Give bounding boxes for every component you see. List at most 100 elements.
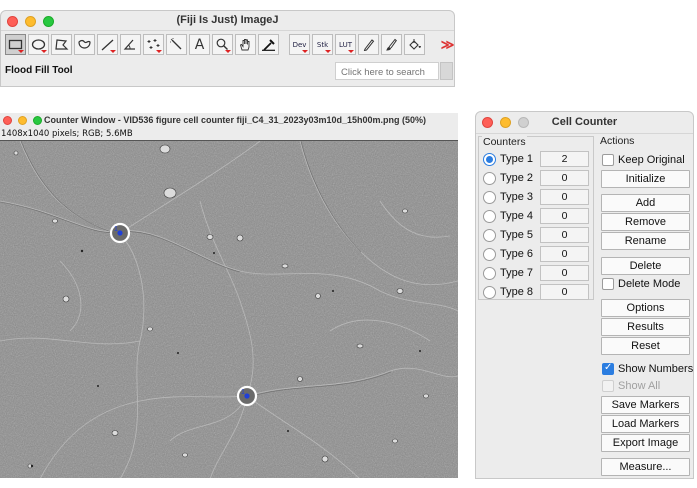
wand-icon bbox=[170, 38, 182, 50]
angle-tool[interactable] bbox=[120, 34, 141, 55]
type-2-radio[interactable] bbox=[483, 172, 496, 185]
type-2-label: Type 2 bbox=[500, 172, 534, 184]
image-canvas[interactable]: 1 1 bbox=[0, 140, 458, 478]
type-8-radio[interactable] bbox=[483, 286, 496, 299]
save-markers-button[interactable]: Save Markers bbox=[601, 396, 690, 414]
stk-label: Stk bbox=[316, 40, 329, 49]
marker-label: 1 bbox=[241, 389, 245, 396]
type-5-radio[interactable] bbox=[483, 229, 496, 242]
load-markers-button[interactable]: Load Markers bbox=[601, 415, 690, 433]
fiji-main-window: (Fiji Is Just) ImageJ A Dev Stk LUT ≫ Fl… bbox=[0, 10, 455, 87]
hand-tool[interactable] bbox=[235, 34, 256, 55]
type-6-label: Type 6 bbox=[500, 248, 534, 260]
counter-row-type-3[interactable]: Type 3 0 bbox=[482, 189, 592, 207]
dev-menu-tool[interactable]: Dev bbox=[289, 34, 310, 55]
keep-original-box[interactable] bbox=[602, 154, 614, 166]
type-7-label: Type 7 bbox=[500, 267, 534, 279]
search-scroll-handle[interactable] bbox=[440, 62, 453, 80]
delete-mode-label: Delete Mode bbox=[618, 278, 681, 290]
fiji-window-title: (Fiji Is Just) ImageJ bbox=[176, 14, 279, 26]
keep-original-checkbox[interactable]: Keep Original bbox=[601, 152, 693, 168]
text-icon: A bbox=[194, 36, 205, 53]
type-6-radio[interactable] bbox=[483, 248, 496, 261]
counter-window-titlebar: Counter Window - VID536 figure cell coun… bbox=[0, 113, 458, 129]
window-controls bbox=[3, 116, 42, 125]
show-numbers-box[interactable] bbox=[602, 362, 614, 375]
options-button[interactable]: Options bbox=[601, 299, 690, 317]
dropper-icon bbox=[262, 39, 275, 51]
show-all-checkbox: Show All bbox=[601, 378, 693, 394]
type-8-count: 0 bbox=[540, 284, 589, 300]
type-3-radio[interactable] bbox=[483, 191, 496, 204]
oval-tool[interactable] bbox=[28, 34, 49, 55]
pencil-icon bbox=[363, 39, 375, 51]
counter-row-type-1[interactable]: Type 1 2 bbox=[482, 151, 592, 169]
type-4-radio[interactable] bbox=[483, 210, 496, 223]
counter-row-type-7[interactable]: Type 7 0 bbox=[482, 265, 592, 283]
type-4-count: 0 bbox=[540, 208, 589, 224]
dev-label: Dev bbox=[292, 40, 307, 49]
wand-tool[interactable] bbox=[166, 34, 187, 55]
marker-label: 1 bbox=[114, 226, 118, 233]
delete-button[interactable]: Delete bbox=[601, 257, 690, 275]
counter-row-type-6[interactable]: Type 6 0 bbox=[482, 246, 592, 264]
flood-fill-tool[interactable] bbox=[404, 34, 425, 55]
polygon-icon bbox=[55, 39, 69, 50]
text-tool[interactable]: A bbox=[189, 34, 210, 55]
export-image-button[interactable]: Export Image bbox=[601, 434, 690, 452]
zoom-button[interactable] bbox=[33, 116, 42, 125]
type-6-count: 0 bbox=[540, 246, 589, 262]
delete-mode-box[interactable] bbox=[602, 278, 614, 290]
minimize-button[interactable] bbox=[18, 116, 27, 125]
more-tools-button[interactable]: ≫ bbox=[437, 34, 458, 55]
delete-mode-checkbox[interactable]: Delete Mode bbox=[601, 276, 693, 292]
line-tool[interactable] bbox=[97, 34, 118, 55]
stk-menu-tool[interactable]: Stk bbox=[312, 34, 333, 55]
show-numbers-checkbox[interactable]: Show Numbers bbox=[601, 361, 693, 377]
type-1-label: Type 1 bbox=[500, 153, 534, 165]
desktop: (Fiji Is Just) ImageJ A Dev Stk LUT ≫ Fl… bbox=[0, 0, 697, 488]
pencil-tool[interactable] bbox=[358, 34, 379, 55]
add-button[interactable]: Add bbox=[601, 194, 690, 212]
rename-button[interactable]: Rename bbox=[601, 232, 690, 250]
rectangle-tool[interactable] bbox=[5, 34, 26, 55]
close-button[interactable] bbox=[3, 116, 12, 125]
initialize-button[interactable]: Initialize bbox=[601, 170, 690, 188]
counter-row-type-4[interactable]: Type 4 0 bbox=[482, 208, 592, 226]
freehand-icon bbox=[78, 39, 91, 49]
type-5-label: Type 5 bbox=[500, 229, 534, 241]
magnifier-tool[interactable] bbox=[212, 34, 233, 55]
counter-row-type-5[interactable]: Type 5 0 bbox=[482, 227, 592, 245]
results-button[interactable]: Results bbox=[601, 318, 690, 336]
counter-row-type-2[interactable]: Type 2 0 bbox=[482, 170, 592, 188]
brush-tool[interactable] bbox=[381, 34, 402, 55]
lut-menu-tool[interactable]: LUT bbox=[335, 34, 356, 55]
remove-button[interactable]: Remove bbox=[601, 213, 690, 231]
cell-counter-title: Cell Counter bbox=[551, 116, 618, 128]
polygon-tool[interactable] bbox=[51, 34, 72, 55]
actions-label: Actions bbox=[599, 135, 636, 147]
reset-button[interactable]: Reset bbox=[601, 337, 690, 355]
keep-original-label: Keep Original bbox=[618, 154, 685, 166]
counter-row-type-8[interactable]: Type 8 0 bbox=[482, 284, 592, 302]
cell-counter-titlebar: Cell Counter bbox=[476, 112, 693, 134]
cell-marker-2[interactable]: 1 bbox=[236, 385, 258, 407]
angle-icon bbox=[123, 39, 135, 50]
type-4-label: Type 4 bbox=[500, 210, 534, 222]
counter-image-window: Counter Window - VID536 figure cell coun… bbox=[0, 113, 458, 478]
dropper-tool[interactable] bbox=[258, 34, 279, 55]
measure-button[interactable]: Measure... bbox=[601, 458, 690, 476]
image-info: 1408x1040 pixels; RGB; 5.6MB bbox=[1, 129, 133, 139]
type-1-radio[interactable] bbox=[483, 153, 496, 166]
show-all-box bbox=[602, 380, 614, 392]
cell-marker-1[interactable]: 1 bbox=[109, 222, 131, 244]
freehand-tool[interactable] bbox=[74, 34, 95, 55]
type-3-count: 0 bbox=[540, 189, 589, 205]
type-1-count: 2 bbox=[540, 151, 589, 167]
type-7-radio[interactable] bbox=[483, 267, 496, 280]
type-5-count: 0 bbox=[540, 227, 589, 243]
multipoint-tool[interactable] bbox=[143, 34, 164, 55]
type-7-count: 0 bbox=[540, 265, 589, 281]
search-input[interactable] bbox=[335, 62, 439, 80]
actions-group: Actions Keep Original Initialize Add Rem… bbox=[598, 135, 693, 478]
